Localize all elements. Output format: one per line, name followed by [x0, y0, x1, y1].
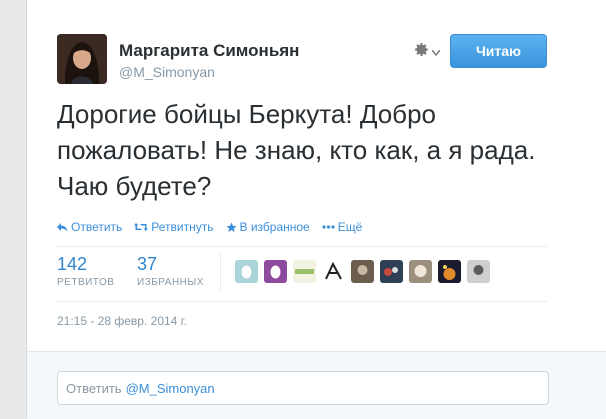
gear-icon — [414, 42, 429, 62]
settings-menu[interactable] — [414, 42, 444, 62]
author-avatar[interactable] — [57, 34, 107, 84]
user-avatar[interactable] — [235, 260, 258, 283]
favorite-label: В избранное — [239, 220, 310, 234]
user-avatar[interactable] — [322, 260, 345, 283]
favorite-action[interactable]: В избранное — [225, 220, 310, 234]
ellipsis-icon — [322, 225, 335, 229]
tweet-text: Дорогие бойцы Беркута! Добро пожаловать!… — [57, 99, 536, 201]
divider — [57, 301, 547, 302]
tweet-timestamp[interactable]: 21:15 - 28 февр. 2014 г. — [57, 314, 187, 328]
divider — [57, 246, 547, 247]
user-avatar[interactable] — [380, 260, 403, 283]
user-avatar[interactable] — [264, 260, 287, 283]
favorite-count: 37 — [137, 254, 158, 274]
favorite-count-label: ИЗБРАННЫХ — [137, 277, 204, 288]
retweet-count: 142 — [57, 254, 88, 274]
user-avatar[interactable] — [409, 260, 432, 283]
retweet-stat[interactable]: 142 РЕТВИТОВ — [57, 254, 114, 288]
chevron-down-icon — [431, 43, 441, 61]
more-label: Ещё — [337, 220, 363, 234]
author-handle[interactable]: @M_Simonyan — [119, 64, 215, 80]
reply-label: Ответить — [71, 220, 123, 234]
favorite-stat[interactable]: 37 ИЗБРАННЫХ — [137, 254, 204, 288]
reply-placeholder: Ответить — [66, 380, 122, 396]
tweet-actions: Ответить Ретвитнуть В избранное Ещё — [57, 219, 362, 235]
tweet-card: Маргарита Симоньян @M_Simonyan Читаю Дор… — [26, 0, 606, 419]
user-avatar[interactable] — [351, 260, 374, 283]
reply-mention: @M_Simonyan — [125, 380, 215, 396]
retweet-icon — [134, 222, 149, 232]
reply-action[interactable]: Ответить — [57, 220, 122, 234]
more-action[interactable]: Ещё — [322, 220, 363, 234]
retweet-action[interactable]: Ретвитнуть — [134, 220, 214, 234]
retweet-label: Ретвитнуть — [151, 220, 214, 234]
stats-separator — [220, 252, 221, 292]
reply-section: Ответить @M_Simonyan — [27, 351, 606, 419]
reply-input[interactable]: Ответить @M_Simonyan — [57, 371, 549, 405]
user-avatar[interactable] — [467, 260, 490, 283]
star-icon — [225, 221, 237, 233]
reply-arrow-icon — [57, 222, 68, 232]
user-avatar[interactable] — [293, 260, 316, 283]
favoriter-avatars — [235, 260, 490, 283]
author-name[interactable]: Маргарита Симоньян — [119, 41, 299, 61]
follow-button[interactable]: Читаю — [450, 34, 547, 68]
retweet-count-label: РЕТВИТОВ — [57, 277, 115, 288]
user-avatar[interactable] — [438, 260, 461, 283]
